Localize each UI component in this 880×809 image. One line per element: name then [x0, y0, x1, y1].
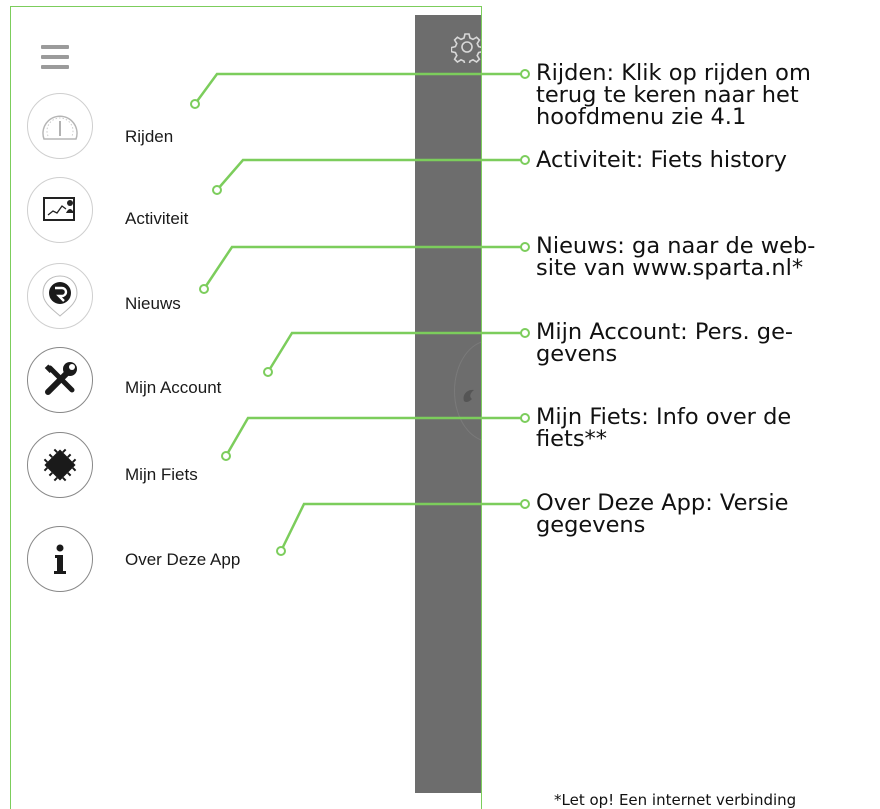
main-view-overlay	[415, 15, 481, 793]
callout-dot-activiteit-end	[520, 155, 530, 165]
speedometer-icon[interactable]	[27, 93, 93, 159]
activity-chart-icon[interactable]	[27, 177, 93, 243]
callout-dot-mijn-account-end	[520, 328, 530, 338]
faint-logo-icon	[463, 389, 474, 403]
hamburger-menu-icon[interactable]	[41, 45, 69, 71]
callout-dot-rijden-end	[520, 69, 530, 79]
menu-label-rijden[interactable]: Rijden	[125, 127, 173, 147]
callout-dot-mijn-fiets-end	[520, 413, 530, 423]
callout-dot-nieuws-end	[520, 242, 530, 252]
menu-label-nieuws[interactable]: Nieuws	[125, 294, 181, 314]
callout-mijn-account: Mijn Account: Pers. ge- gevens	[536, 319, 794, 367]
news-logo-icon[interactable]	[27, 263, 93, 329]
gear-icon[interactable]	[450, 31, 481, 66]
info-icon[interactable]	[27, 526, 93, 592]
callout-mijn-fiets: Mijn Fiets: Info over de fiets**	[536, 404, 792, 452]
footnote: *Let op! Een internet verbinding	[554, 791, 797, 809]
tools-icon[interactable]	[27, 347, 93, 413]
menu-label-activiteit[interactable]: Activiteit	[125, 209, 188, 229]
callout-dot-over-deze-app-end	[520, 499, 530, 509]
chip-icon[interactable]	[27, 432, 93, 498]
callout-over-deze-app: Over Deze App: Versie gegevens	[536, 490, 789, 538]
callout-rijden: Rijden: Klik op rijden om terug te keren…	[536, 60, 811, 130]
callout-activiteit: Activiteit: Fiets history	[536, 147, 787, 173]
phone-screen: Rijden Activiteit Nieuws Mijn Account Mi…	[10, 6, 482, 809]
callout-nieuws: Nieuws: ga naar de web- site van www.spa…	[536, 233, 816, 281]
menu-label-mijn-account[interactable]: Mijn Account	[125, 378, 221, 398]
menu-label-mijn-fiets[interactable]: Mijn Fiets	[125, 465, 198, 485]
menu-label-over-deze-app[interactable]: Over Deze App	[125, 550, 240, 570]
